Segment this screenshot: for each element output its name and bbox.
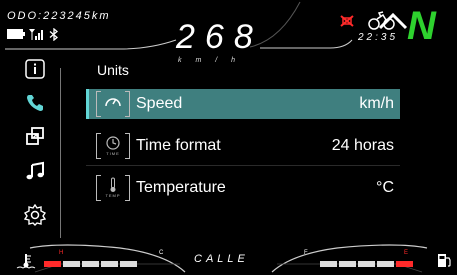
nav-item-info[interactable] bbox=[23, 57, 47, 81]
road-warning-icon bbox=[378, 12, 408, 30]
fuel-gauge-low-label: F bbox=[304, 250, 308, 256]
clock: 22:35 bbox=[358, 32, 399, 43]
riding-mode: CALLE bbox=[194, 253, 249, 265]
fuel-gauge-high-label: E bbox=[404, 250, 409, 256]
speed-readout: 268 bbox=[176, 18, 263, 56]
odometer: ODO:223245km bbox=[7, 10, 111, 22]
selection-indicator bbox=[86, 89, 89, 119]
units-row-time-format[interactable]: TIME Time format 24 horas bbox=[86, 131, 400, 166]
row-value: 24 horas bbox=[331, 137, 394, 154]
clock-icon bbox=[106, 136, 120, 150]
dashboard-screen: ODO:223245km 268 k m / h 22:35 N Units S… bbox=[0, 0, 457, 275]
row-divider bbox=[86, 165, 400, 166]
nav-item-phone[interactable] bbox=[23, 91, 47, 115]
gear-indicator: N bbox=[407, 4, 436, 48]
signal-icon bbox=[29, 29, 43, 40]
info-icon bbox=[25, 59, 45, 79]
units-row-temperature[interactable]: TEMP Temperature °C bbox=[86, 173, 400, 203]
page-title: Units bbox=[97, 62, 129, 78]
nav-divider bbox=[60, 68, 61, 238]
row-icon-caption: TEMP bbox=[105, 193, 121, 198]
temperature-icon-frame: TEMP bbox=[96, 175, 130, 201]
swap-windows-icon bbox=[26, 127, 44, 145]
temp-gauge-low-label: H bbox=[59, 250, 64, 256]
music-icon bbox=[26, 161, 44, 180]
phone-icon bbox=[27, 95, 43, 111]
temp-gauge-high-label: C bbox=[159, 250, 164, 256]
speed-icon-frame bbox=[96, 91, 130, 117]
nav-item-music[interactable] bbox=[23, 159, 47, 183]
thermometer-icon bbox=[110, 177, 116, 192]
status-icons bbox=[7, 27, 59, 41]
bottom-gauges bbox=[29, 244, 428, 273]
row-label: Temperature bbox=[136, 179, 226, 196]
fuel-pump-icon bbox=[438, 254, 451, 267]
settings-icon bbox=[24, 204, 46, 226]
speedometer-icon bbox=[105, 98, 121, 107]
battery-icon bbox=[7, 29, 25, 39]
speed-unit: k m / h bbox=[178, 57, 242, 64]
engine-warning-icon bbox=[340, 15, 354, 27]
units-row-speed[interactable]: Speed km/h bbox=[86, 89, 400, 119]
time-icon-frame: TIME bbox=[96, 133, 130, 159]
nav-item-settings[interactable] bbox=[23, 203, 47, 227]
coolant-temp-icon bbox=[16, 254, 36, 269]
row-label: Speed bbox=[136, 95, 183, 112]
nav-item-windows[interactable] bbox=[23, 124, 47, 148]
row-value: °C bbox=[376, 179, 394, 196]
row-icon-caption: TIME bbox=[106, 151, 120, 156]
row-value: km/h bbox=[359, 95, 394, 112]
bluetooth-icon bbox=[49, 27, 59, 41]
row-label: Time format bbox=[136, 137, 221, 154]
